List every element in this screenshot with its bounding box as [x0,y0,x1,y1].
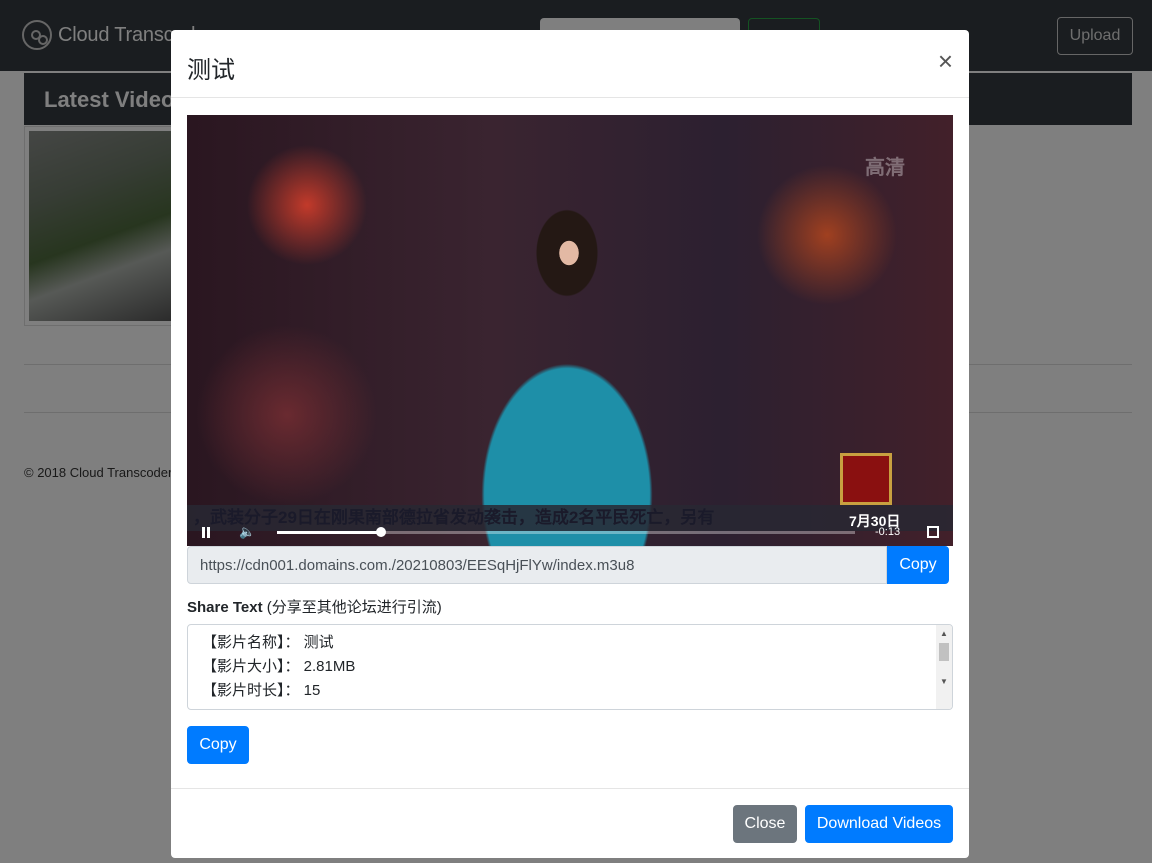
scroll-down-icon[interactable]: ▼ [940,677,948,686]
video-controls: 🔈 -0:13 [187,519,953,546]
video-player[interactable]: 高清 ，武装分子29日在刚果南部德拉省发动袭击，造成2名平民死亡，另有 7月30… [187,115,953,546]
fullscreen-icon[interactable] [927,526,939,538]
share-label-bold: Share Text [187,599,263,616]
share-textarea[interactable]: 【影片名称】： 测试 【影片大小】： 2.81MB 【影片时长】： 15 ▲ ▼ [187,624,953,710]
modal-title: 测试 [187,57,235,84]
url-group: Copy [187,546,949,584]
share-line-size: 【影片大小】： 2.81MB [202,658,356,675]
modal-header: 测试 × [171,30,969,98]
seek-progress [277,531,382,534]
share-label-note: (分享至其他论坛进行引流) [266,599,442,616]
time-remaining: -0:13 [875,526,901,538]
seek-handle[interactable] [376,527,387,537]
download-videos-button[interactable]: Download Videos [805,805,953,843]
video-overlay-tag: 高清 [865,157,905,179]
modal-footer-divider [171,788,969,789]
volume-icon[interactable]: 🔈 [239,525,255,539]
scroll-up-icon[interactable]: ▲ [940,629,948,638]
scroll-thumb[interactable] [939,643,949,661]
textarea-scrollbar[interactable]: ▲ ▼ [936,625,952,709]
share-line-name: 【影片名称】： 测试 [202,634,334,651]
channel-logo [840,453,892,505]
video-url-field[interactable] [187,546,887,584]
close-icon[interactable]: × [938,48,953,74]
video-modal: 测试 × 高清 ，武装分子29日在刚果南部德拉省发动袭击，造成2名平民死亡，另有… [171,30,969,858]
copy-share-button[interactable]: Copy [187,726,249,764]
seek-bar[interactable] [277,527,855,537]
share-text-label: Share Text (分享至其他论坛进行引流) [187,596,442,617]
copy-url-button[interactable]: Copy [887,546,949,584]
share-text-content: 【影片名称】： 测试 【影片大小】： 2.81MB 【影片时长】： 15 [202,631,355,703]
close-button[interactable]: Close [733,805,797,843]
share-line-duration: 【影片时长】： 15 [202,682,321,699]
pause-icon[interactable] [201,527,211,538]
